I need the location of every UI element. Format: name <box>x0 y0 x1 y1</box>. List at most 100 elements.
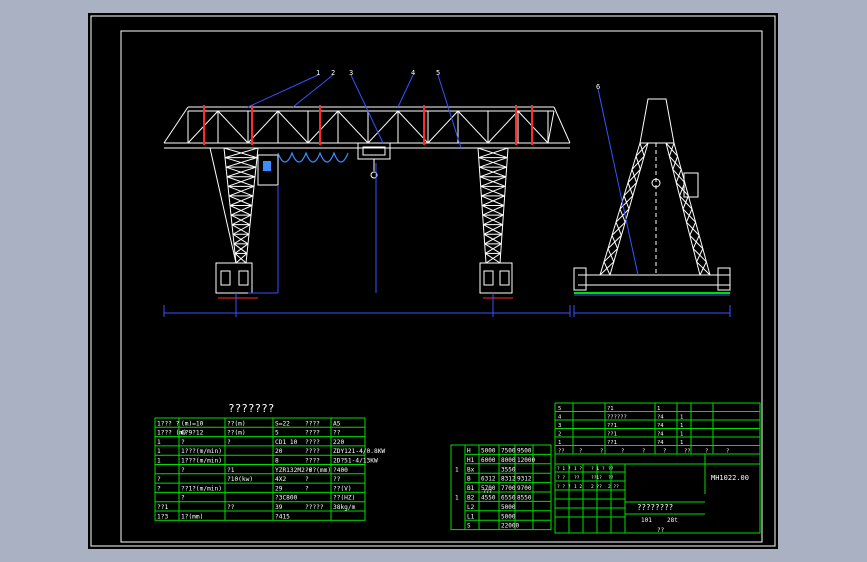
inner-frame <box>120 30 763 543</box>
part-cell: ?4 <box>657 432 664 438</box>
param-cell: ? <box>157 476 161 483</box>
part-cell: ??1 <box>607 440 617 446</box>
title-small-label: 1 2 <box>574 484 582 490</box>
param-cell: 4X2 <box>275 476 286 483</box>
param-cell: ??(m) <box>227 430 246 437</box>
dim-cell: H <box>467 448 471 455</box>
dim-cell: 6000 <box>481 457 496 464</box>
dim-cell: 9500 <box>517 448 532 455</box>
param-cell: ??(V) <box>333 485 352 492</box>
param-cell: ???? <box>305 420 320 427</box>
title-small-label: ?? <box>608 466 614 472</box>
param-cell: 38kg/m <box>333 504 356 511</box>
param-cell: 1??? ? <box>157 420 180 427</box>
title-small-label: ? 1 ? <box>557 466 571 472</box>
dim-side-label: ??? <box>483 489 492 495</box>
param-cell: ???? <box>305 430 320 437</box>
param-cell: 39 <box>275 504 283 511</box>
param-cell: ? <box>181 495 185 502</box>
weight-value: 28t <box>667 517 678 524</box>
callout-5: 5 <box>436 69 440 77</box>
drawing-sheet: 123456 1??? ? (m)=10 ??(m) S=22???? A5 1??? (… <box>88 13 778 549</box>
title-small-label: ? 1 ? <box>591 466 605 472</box>
param-cell: ??1?(m/min) <box>181 485 222 492</box>
param-cell: ?1 <box>227 467 235 474</box>
parameter-table: 1??? ? (m)=10 ??(m) S=22???? A51??? (m)6?9?1… <box>154 417 385 521</box>
scale-value: 101 <box>641 517 652 524</box>
param-cell: ?400 <box>333 467 348 474</box>
dim-cell: 1 <box>455 466 459 473</box>
param-cell: ?3C800 <box>275 495 298 502</box>
outer-frame <box>90 15 776 547</box>
param-cell: ?10(kw) <box>227 476 253 483</box>
dim-cell: 22000 <box>501 523 519 530</box>
parameter-table-title: ??????? <box>228 402 274 415</box>
dim-cell: 5000 <box>501 504 516 511</box>
dim-cell: B <box>467 476 471 483</box>
param-cell: 1???(m/min) <box>181 458 222 465</box>
header-cell: ? <box>642 449 645 455</box>
part-cell: 3 <box>558 423 561 429</box>
header-cell: ? <box>621 449 624 455</box>
param-cell: 220 <box>333 439 344 446</box>
part-cell: 1 <box>680 432 683 438</box>
param-cell: 1?3 <box>157 513 168 520</box>
title-block: 5 ?1 14?????? ?4 13 ??1 ?4 12 ??1 ?4 11 ??1 ?4 1?????… <box>554 402 761 534</box>
dim-cell: S <box>467 523 471 530</box>
param-cell: 6?9?12 <box>181 430 204 437</box>
cable-festoon <box>277 151 349 163</box>
param-cell: 8 <box>275 458 279 465</box>
dim-cell: 12000 <box>517 457 535 464</box>
title-small-label: ?? <box>608 475 614 481</box>
header-cell: ?? <box>684 449 691 455</box>
drawing-name: ???????? <box>637 503 673 512</box>
dim-cell: 1 <box>455 495 459 502</box>
header-cell: ? <box>663 449 666 455</box>
param-cell: 2D?51-4/13KW <box>333 458 378 465</box>
title-small-label: 2 ?? <box>608 484 619 490</box>
part-cell: 2 <box>558 432 561 438</box>
part-cell: ?4 <box>657 440 664 446</box>
param-cell: ZDY121-4/0.8KW <box>333 448 385 455</box>
dimension-table: H 5000 7500 9500 H1 6000 8000 12000 1 Bx 3550 B 6312… <box>450 444 552 531</box>
param-cell: 1 <box>157 448 161 455</box>
dim-cell: 5000 <box>501 513 516 520</box>
gantry-crane-drawing: 1 2 3 4 56 1??? ? (m)=10 ??(m) S=22???? A51??? (… <box>90 15 776 547</box>
header-cell: ? <box>600 449 603 455</box>
dim-cell: 9312 <box>517 476 532 483</box>
dim-cell: Bx <box>467 466 475 473</box>
callout-4: 4 <box>411 69 415 77</box>
drawing-number: MH1022.00 <box>711 474 749 482</box>
part-cell: ?????? <box>607 415 627 421</box>
dim-cell: L1 <box>467 513 475 520</box>
param-cell: ?? <box>333 430 341 437</box>
front-elevation-view <box>163 106 571 299</box>
dim-cell: 3550 <box>501 466 516 473</box>
dim-cell: 8550 <box>517 495 532 502</box>
param-cell: ???(mm) <box>305 467 331 474</box>
dim-cell: 6312 <box>481 476 496 483</box>
param-cell: ????? <box>305 504 324 511</box>
dim-cell: L2 <box>467 504 475 511</box>
dim-cell: B1 <box>467 485 475 492</box>
param-cell: 5 <box>275 430 279 437</box>
dim-cell: B2 <box>467 495 475 502</box>
header-cell: ? <box>579 449 582 455</box>
dim-cell: 7700 <box>501 485 516 492</box>
param-cell: ? <box>305 485 309 492</box>
dim-cell: 5000 <box>481 448 496 455</box>
callout-labels: 1 2 3 4 5 6 <box>316 69 600 91</box>
side-dimension-lines <box>573 88 731 317</box>
callout-3: 3 <box>349 69 353 77</box>
header-cell: ?? <box>558 449 565 455</box>
part-cell: ?1 <box>607 406 614 412</box>
param-cell: A5 <box>333 420 341 427</box>
param-cell: ? <box>305 476 309 483</box>
dim-cell: 4550 <box>481 495 496 502</box>
param-cell: ??(m) <box>227 420 246 427</box>
title-small-label: ? ? ? <box>557 484 571 490</box>
dim-cell: 8000 <box>501 457 516 464</box>
part-cell: ??1 <box>607 423 617 429</box>
dim-cell: 8312 <box>501 476 516 483</box>
param-cell: ? <box>181 439 185 446</box>
